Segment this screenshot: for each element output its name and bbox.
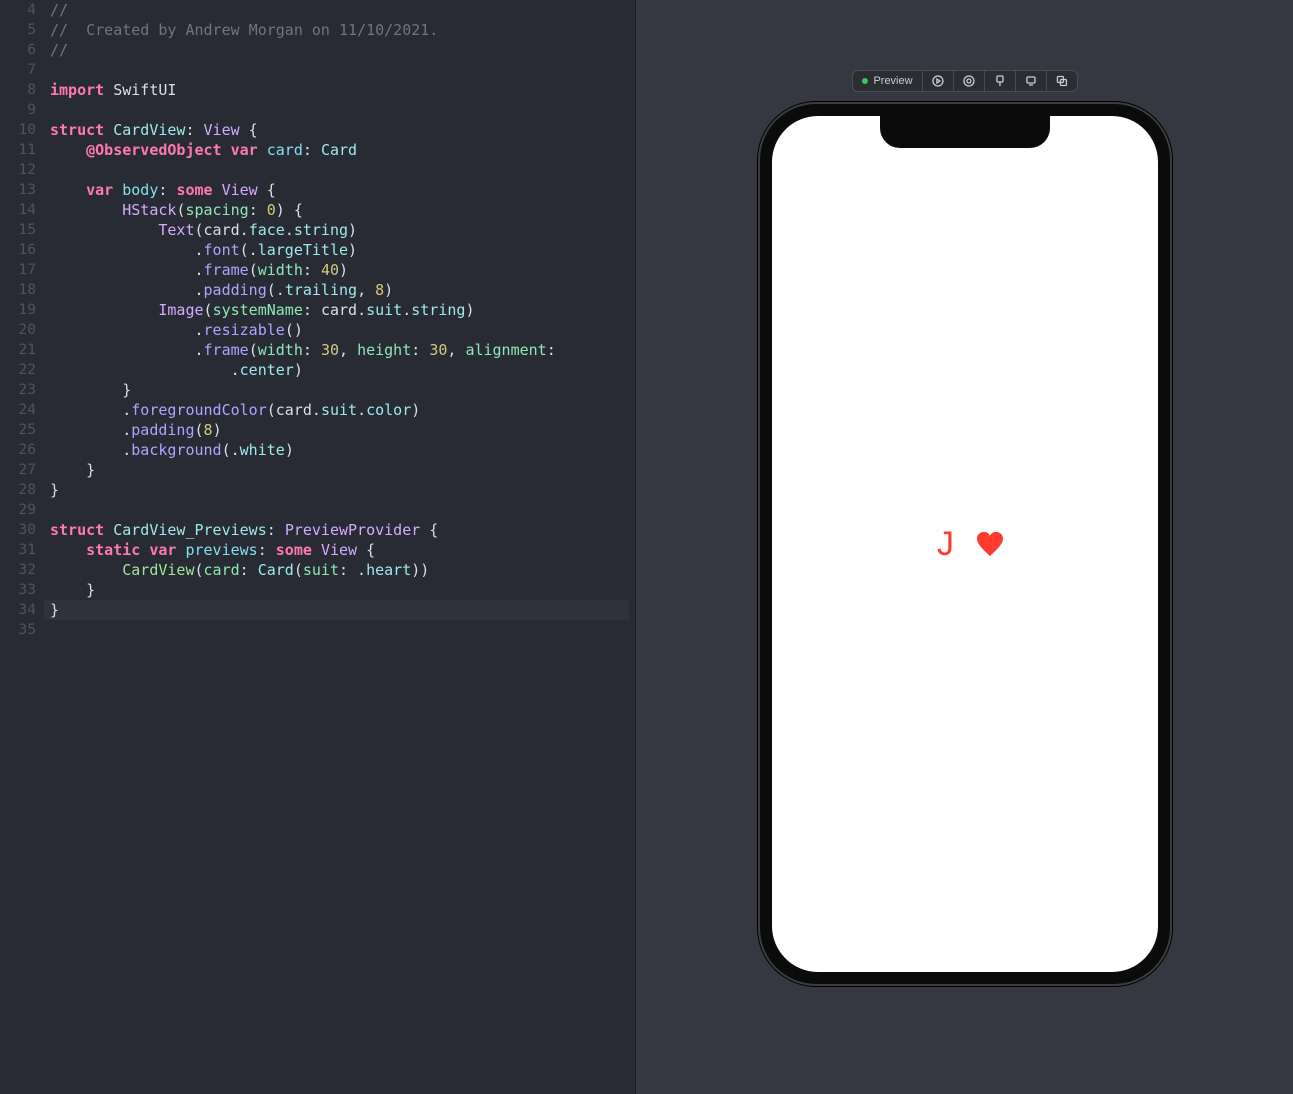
duplicate-icon (1056, 75, 1068, 87)
code-line[interactable]: .foregroundColor(card.suit.color) (50, 400, 635, 420)
line-number: 26 (0, 440, 36, 460)
code-editor[interactable]: 4567891011121314151617181920212223242526… (0, 0, 636, 1094)
code-line[interactable]: } (50, 580, 635, 600)
code-line[interactable] (50, 100, 635, 120)
code-line[interactable]: .resizable() (50, 320, 635, 340)
line-number: 23 (0, 380, 36, 400)
variants-icon (963, 75, 975, 87)
pin-preview-button[interactable] (985, 71, 1016, 91)
code-line[interactable]: struct CardView: View { (50, 120, 635, 140)
duplicate-preview-button[interactable] (1047, 71, 1077, 91)
line-number: 18 (0, 280, 36, 300)
line-number: 10 (0, 120, 36, 140)
line-number: 29 (0, 500, 36, 520)
code-line[interactable] (50, 620, 635, 640)
line-number: 11 (0, 140, 36, 160)
line-number: 32 (0, 560, 36, 580)
line-number: 22 (0, 360, 36, 380)
line-number: 8 (0, 80, 36, 100)
preview-pane: Preview J (636, 0, 1293, 1094)
line-number: 9 (0, 100, 36, 120)
code-line[interactable]: var body: some View { (50, 180, 635, 200)
pin-icon (994, 75, 1006, 87)
running-indicator-icon (861, 78, 867, 84)
heart-icon (976, 531, 1004, 557)
line-number: 12 (0, 160, 36, 180)
line-number: 17 (0, 260, 36, 280)
live-icon (932, 75, 944, 87)
line-number-gutter: 4567891011121314151617181920212223242526… (0, 0, 44, 1094)
code-line[interactable]: } (50, 460, 635, 480)
code-line[interactable]: } (50, 480, 635, 500)
code-line[interactable]: CardView(card: Card(suit: .heart)) (50, 560, 635, 580)
code-line[interactable]: Text(card.face.string) (50, 220, 635, 240)
line-number: 28 (0, 480, 36, 500)
variants-button[interactable] (954, 71, 985, 91)
code-line[interactable] (50, 60, 635, 80)
code-line[interactable]: // Created by Andrew Morgan on 11/10/202… (50, 20, 635, 40)
line-number: 33 (0, 580, 36, 600)
live-preview-button[interactable] (923, 71, 954, 91)
code-line[interactable] (50, 160, 635, 180)
code-line[interactable]: .font(.largeTitle) (50, 240, 635, 260)
code-line[interactable]: HStack(spacing: 0) { (50, 200, 635, 220)
line-number: 5 (0, 20, 36, 40)
code-line[interactable]: } (50, 380, 635, 400)
line-number: 4 (0, 0, 36, 20)
line-number: 24 (0, 400, 36, 420)
code-area[interactable]: //// Created by Andrew Morgan on 11/10/2… (44, 0, 635, 1094)
code-line[interactable]: .padding(8) (50, 420, 635, 440)
line-number: 27 (0, 460, 36, 480)
line-number: 34 (0, 600, 36, 620)
code-line[interactable]: .center) (50, 360, 635, 380)
code-line[interactable]: } (44, 600, 629, 620)
line-number: 13 (0, 180, 36, 200)
code-line[interactable]: .frame(width: 30, height: 30, alignment: (50, 340, 635, 360)
code-line[interactable]: Image(systemName: card.suit.string) (50, 300, 635, 320)
preview-mode-button[interactable]: Preview (852, 71, 922, 91)
line-number: 19 (0, 300, 36, 320)
code-line[interactable]: import SwiftUI (50, 80, 635, 100)
code-line[interactable]: .padding(.trailing, 8) (50, 280, 635, 300)
device-settings-button[interactable] (1016, 71, 1047, 91)
line-number: 25 (0, 420, 36, 440)
card-face-label: J (926, 525, 966, 564)
line-number: 14 (0, 200, 36, 220)
device-frame: J (758, 102, 1172, 986)
code-line[interactable]: .frame(width: 40) (50, 260, 635, 280)
device-icon (1025, 75, 1037, 87)
line-number: 30 (0, 520, 36, 540)
code-line[interactable]: .background(.white) (50, 440, 635, 460)
code-line[interactable]: // (50, 0, 635, 20)
device-screen[interactable]: J (772, 116, 1158, 972)
line-number: 21 (0, 340, 36, 360)
line-number: 31 (0, 540, 36, 560)
code-line[interactable]: @ObservedObject var card: Card (50, 140, 635, 160)
line-number: 6 (0, 40, 36, 60)
line-number: 20 (0, 320, 36, 340)
code-line[interactable]: // (50, 40, 635, 60)
device-notch (880, 116, 1050, 148)
code-line[interactable] (50, 500, 635, 520)
preview-label: Preview (873, 75, 912, 87)
line-number: 35 (0, 620, 36, 640)
card-view-preview: J (926, 525, 1004, 564)
line-number: 16 (0, 240, 36, 260)
code-line[interactable]: struct CardView_Previews: PreviewProvide… (50, 520, 635, 540)
line-number: 15 (0, 220, 36, 240)
preview-toolbar: Preview (851, 70, 1077, 92)
code-line[interactable]: static var previews: some View { (50, 540, 635, 560)
line-number: 7 (0, 60, 36, 80)
